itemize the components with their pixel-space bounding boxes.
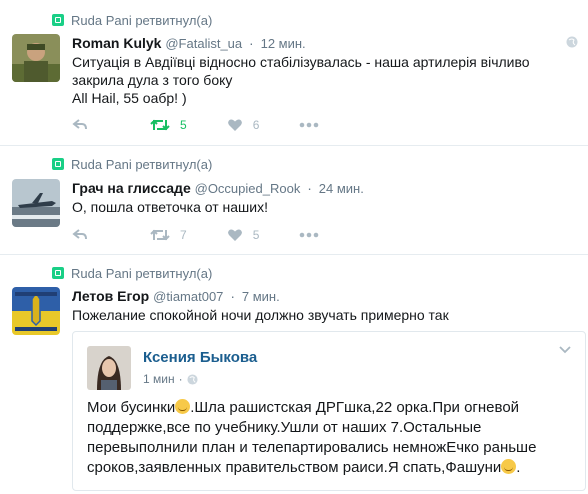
- quoted-text-fragment: Мои бусинки: [87, 399, 176, 416]
- retweet-context-label: Ruda Pani ретвитнул(а): [71, 12, 213, 28]
- timestamp[interactable]: 12 мин.: [261, 36, 306, 51]
- timestamp[interactable]: 24 мин.: [319, 181, 364, 196]
- quoted-timestamp[interactable]: 1 мин: [143, 372, 175, 386]
- tweet-text-line: закрила дула з того боку: [72, 72, 233, 88]
- soldier-avatar-icon: [12, 34, 60, 82]
- reply-button[interactable]: [72, 118, 88, 132]
- like-count: 6: [252, 118, 260, 132]
- retweet-button[interactable]: 5: [150, 118, 187, 132]
- tweet-actions: 5 6: [72, 118, 359, 132]
- quoted-text-fragment: сроков,заявленных правительством раиси.Я…: [87, 459, 502, 476]
- retweet-context-icon: [52, 158, 64, 170]
- quoted-text-line: поддержке,все по учебнику.Ушли от наших …: [87, 419, 482, 436]
- retweet-context: Ruda Pani ретвитнул(а): [52, 156, 213, 172]
- smiling-face-emoji-icon: [501, 459, 517, 474]
- retweet-button[interactable]: 7: [150, 228, 187, 242]
- display-name[interactable]: Грач на глиссаде: [72, 180, 191, 196]
- heart-icon: [227, 119, 242, 131]
- heart-icon: [227, 229, 242, 241]
- username[interactable]: @Occupied_Rook: [195, 181, 301, 196]
- tweet-text: Ситуація в Авдіївці відносно стабілізува…: [72, 53, 552, 107]
- tweet-text-line: О, пошла ответочка от наших!: [72, 199, 268, 215]
- display-name[interactable]: Летов Егор: [72, 288, 149, 304]
- retweet-context-icon: [52, 14, 64, 26]
- display-name[interactable]: Roman Kulyk: [72, 35, 161, 51]
- chevron-down-icon[interactable]: [559, 346, 571, 354]
- quoted-text-fragment: .: [516, 459, 521, 476]
- avatar[interactable]: [12, 287, 60, 335]
- person-avatar-icon: [87, 346, 131, 390]
- more-button[interactable]: [299, 122, 319, 128]
- quoted-tweet-text: Мои бусинки .Шла рашистская ДРГшка,22 орк…: [87, 398, 577, 478]
- retweet-icon: [150, 119, 170, 131]
- retweet-context: Ruda Pani ретвитнул(а): [52, 265, 213, 281]
- tweet-header: Roman Kulyk @Fatalist_ua · 12 мин.: [72, 35, 306, 51]
- retweet-context: Ruda Pani ретвитнул(а): [52, 12, 213, 28]
- separator-dot: ·: [307, 180, 312, 196]
- quoted-avatar[interactable]: [87, 346, 131, 390]
- aircraft-avatar-icon: [12, 179, 60, 227]
- quoted-display-name[interactable]: Ксения Быкова: [143, 349, 257, 366]
- like-count: 5: [252, 228, 260, 242]
- retweet-context-label: Ruda Pani ретвитнул(а): [71, 156, 213, 172]
- tweet-actions: 7 5: [72, 228, 359, 242]
- tweet-text-line: Ситуація в Авдіївці відносно стабілізува…: [72, 54, 530, 70]
- globe-icon: [187, 373, 198, 385]
- tweet-text: О, пошла ответочка от наших!: [72, 198, 552, 216]
- retweet-context-label: Ruda Pani ретвитнул(а): [71, 265, 213, 281]
- quoted-text-fragment: .Шла рашистская ДРГшка,22 орка.При огнев…: [190, 399, 520, 416]
- avatar[interactable]: [12, 34, 60, 82]
- more-button[interactable]: [299, 232, 319, 238]
- tweet[interactable]: Ruda Pani ретвитнул(а) Грач на глиссаде …: [0, 146, 588, 255]
- quoted-tweet-card[interactable]: Ксения Быкова 1 мин · Мои бусинки .Шла ра…: [72, 331, 586, 491]
- tweet[interactable]: Ruda Pani ретвитнул(а) Roman Kulyk @Fata…: [0, 0, 588, 146]
- reply-icon: [72, 119, 87, 130]
- tweet-text-line: Пожелание спокойной ночи должно звучать …: [72, 307, 449, 323]
- separator-dot: ·: [230, 288, 235, 304]
- username[interactable]: @tiamat007: [153, 289, 223, 304]
- globe-icon: [566, 36, 578, 48]
- tweet-header: Летов Егор @tiamat007 · 7 мин.: [72, 288, 280, 304]
- smiling-face-emoji-icon: [175, 399, 191, 414]
- ukraine-flag-avatar-icon: [12, 287, 60, 335]
- retweet-context-icon: [52, 267, 64, 279]
- retweet-icon: [150, 229, 170, 241]
- quoted-meta: 1 мин ·: [143, 372, 198, 386]
- tweet-text: Пожелание спокойной ночи должно звучать …: [72, 306, 552, 324]
- quoted-text-line: Мои бусинки .Шла рашистская ДРГшка,22 орк…: [87, 398, 577, 418]
- retweet-count: 7: [180, 228, 187, 242]
- username[interactable]: @Fatalist_ua: [165, 36, 242, 51]
- like-button[interactable]: 5: [227, 228, 260, 242]
- separator-dot: ·: [249, 35, 254, 51]
- quoted-text-line: сроков,заявленных правительством раиси.Я…: [87, 458, 577, 478]
- more-dots-icon: [300, 232, 319, 238]
- tweet-header: Грач на глиссаде @Occupied_Rook · 24 мин…: [72, 180, 364, 196]
- avatar[interactable]: [12, 179, 60, 227]
- quoted-text-line: перевыполнили план и телепартировались н…: [87, 439, 537, 456]
- retweet-count: 5: [180, 118, 187, 132]
- more-dots-icon: [300, 122, 319, 128]
- reply-button[interactable]: [72, 228, 88, 242]
- separator-dot: ·: [178, 372, 183, 386]
- reply-icon: [72, 229, 87, 240]
- like-button[interactable]: 6: [227, 118, 260, 132]
- timestamp[interactable]: 7 мин.: [242, 289, 280, 304]
- tweet-text-line: All Hail, 55 оабр! ): [72, 90, 187, 106]
